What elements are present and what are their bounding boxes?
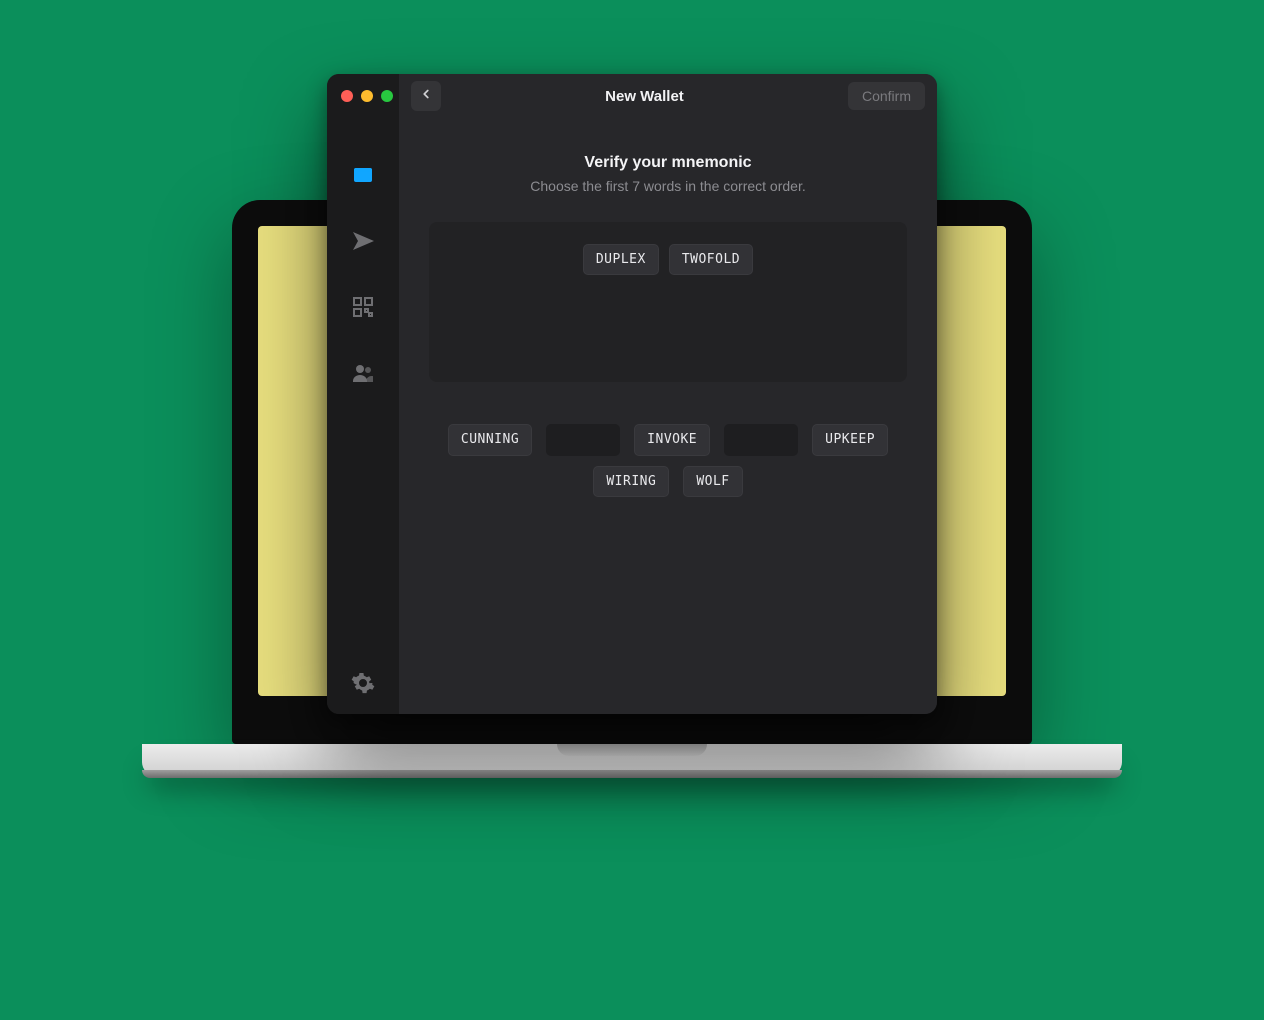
minimize-window-button[interactable]: [361, 90, 373, 102]
page-title: New Wallet: [451, 88, 838, 105]
confirm-button[interactable]: Confirm: [848, 82, 925, 110]
verify-subheading: Choose the first 7 words in the correct …: [530, 178, 805, 194]
gear-icon: [351, 671, 375, 695]
main-pane: New Wallet Confirm Verify your mnemonic …: [399, 74, 937, 714]
qr-icon: [351, 295, 375, 319]
sidebar-item-receive[interactable]: [350, 294, 376, 320]
pool-word-chip[interactable]: UPKEEP: [812, 424, 888, 456]
content: Verify your mnemonic Choose the first 7 …: [399, 118, 937, 517]
pool-word-chip[interactable]: WIRING: [593, 466, 669, 497]
chosen-word-chip[interactable]: DUPLEX: [583, 244, 659, 275]
send-icon: [351, 229, 375, 253]
wallet-icon: [351, 163, 375, 187]
window-controls: [327, 84, 393, 114]
chosen-word-chip[interactable]: TWOFOLD: [669, 244, 753, 275]
word-pool: CUNNING INVOKE UPKEEP WIRING WOLF: [429, 424, 907, 497]
pool-word-chip[interactable]: WOLF: [683, 466, 742, 497]
pool-word-chip[interactable]: CUNNING: [448, 424, 532, 456]
sidebar-item-settings[interactable]: [350, 670, 376, 696]
titlebar: New Wallet Confirm: [399, 74, 937, 118]
back-button[interactable]: [411, 81, 441, 111]
sidebar: [327, 74, 399, 714]
zoom-window-button[interactable]: [381, 90, 393, 102]
empty-word-slot: [546, 424, 620, 456]
verify-heading: Verify your mnemonic: [584, 154, 751, 172]
empty-word-slot: [724, 424, 798, 456]
pool-word-chip[interactable]: INVOKE: [634, 424, 710, 456]
app-window: New Wallet Confirm Verify your mnemonic …: [327, 74, 937, 714]
laptop-notch: [557, 744, 707, 756]
sidebar-item-send[interactable]: [350, 228, 376, 254]
sidebar-nav: [350, 162, 376, 670]
sidebar-item-wallet[interactable]: [350, 162, 376, 188]
chevron-left-icon: [419, 87, 433, 106]
sidebar-item-contacts[interactable]: [350, 360, 376, 386]
laptop-base: [142, 744, 1122, 776]
chosen-words-box: DUPLEX TWOFOLD: [429, 222, 907, 382]
close-window-button[interactable]: [341, 90, 353, 102]
contacts-icon: [351, 361, 375, 385]
